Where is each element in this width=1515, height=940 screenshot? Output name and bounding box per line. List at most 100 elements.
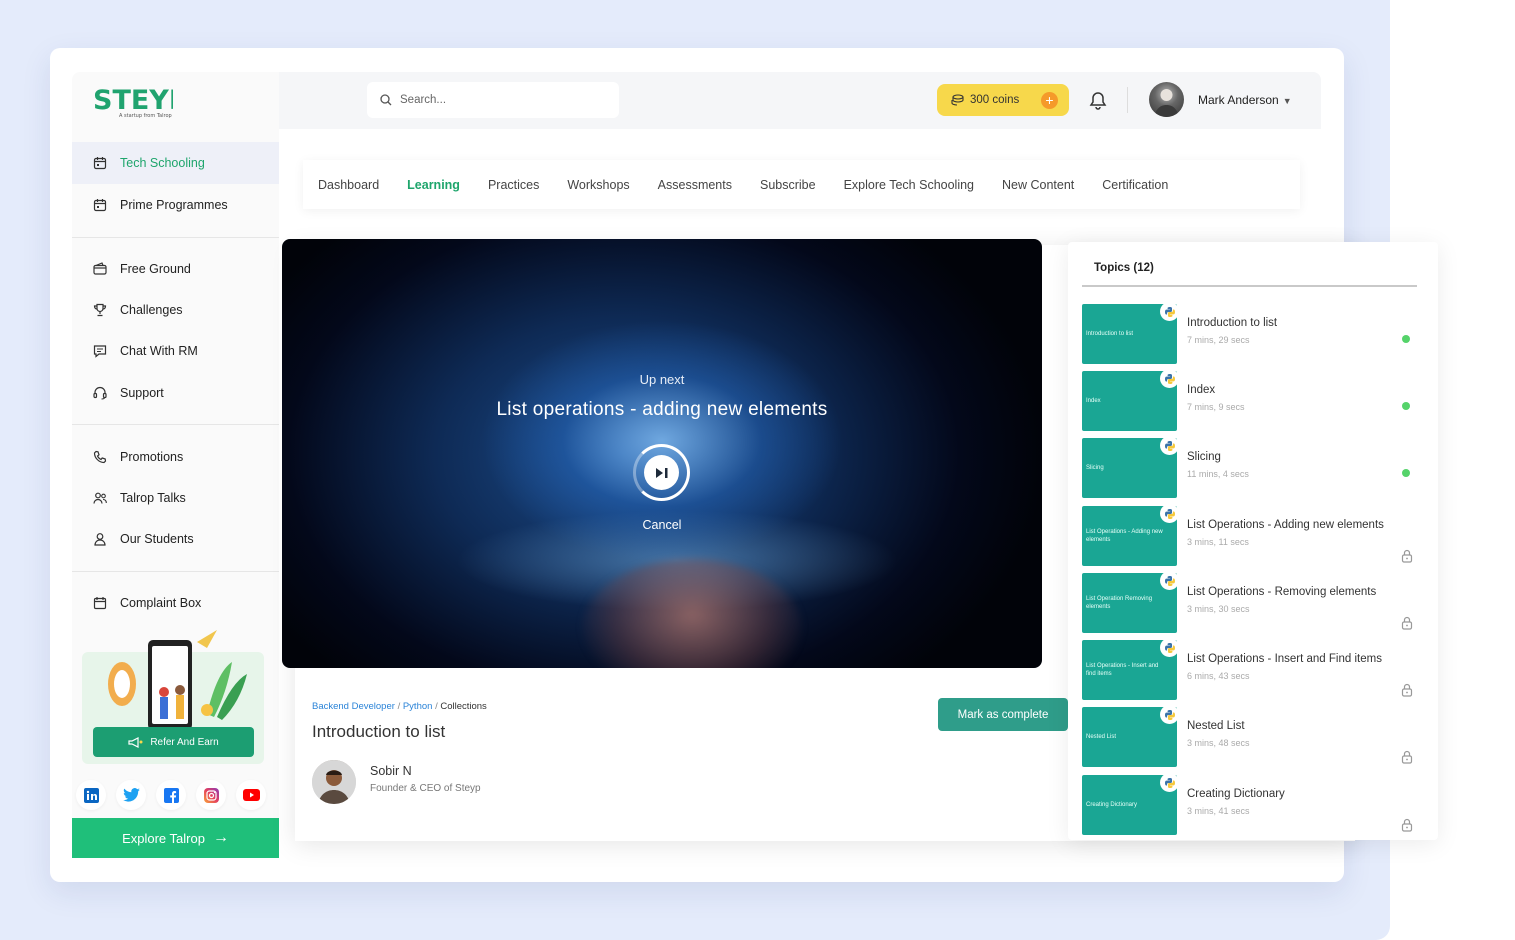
topic-duration: 3 mins, 30 secs bbox=[1187, 604, 1250, 614]
sidebar-item-prime-programmes[interactable]: Prime Programmes bbox=[72, 184, 279, 226]
instagram-icon[interactable] bbox=[196, 780, 226, 810]
sidebar-item-chat-with-rm[interactable]: Chat With RM bbox=[72, 330, 279, 372]
user-menu[interactable]: Mark Anderson ▼ bbox=[1198, 93, 1292, 107]
tab-workshops[interactable]: Workshops bbox=[567, 178, 629, 192]
python-icon bbox=[1160, 369, 1179, 388]
tab-assessments[interactable]: Assessments bbox=[658, 178, 732, 192]
python-icon bbox=[1160, 638, 1179, 657]
cancel-autoplay-button[interactable]: Cancel bbox=[282, 518, 1042, 532]
python-icon bbox=[1160, 705, 1179, 724]
tab-explore-tech-schooling[interactable]: Explore Tech Schooling bbox=[844, 178, 974, 192]
topic-duration: 7 mins, 29 secs bbox=[1187, 335, 1250, 345]
tab-subscribe[interactable]: Subscribe bbox=[760, 178, 816, 192]
topic-item[interactable]: Slicing Slicing 11 mins, 4 secs bbox=[1082, 436, 1417, 498]
topic-title: List Operations - Insert and Find items bbox=[1187, 653, 1382, 665]
logo[interactable]: STEYP A startup from Talrop bbox=[93, 84, 193, 122]
breadcrumb-item[interactable]: Backend Developer bbox=[312, 701, 395, 712]
bell-icon[interactable] bbox=[1089, 91, 1107, 114]
youtube-icon[interactable] bbox=[236, 780, 266, 810]
topic-item[interactable]: Index Index 7 mins, 9 secs bbox=[1082, 369, 1417, 431]
explore-talrop-button[interactable]: Explore Talrop → bbox=[72, 818, 279, 858]
sidebar-item-label: Prime Programmes bbox=[120, 198, 228, 212]
topic-thumbnail-label: List Operations - Adding new elements bbox=[1086, 529, 1163, 543]
sidebar-divider bbox=[72, 424, 279, 425]
sidebar-item-talrop-talks[interactable]: Talrop Talks bbox=[72, 477, 279, 519]
facebook-icon[interactable] bbox=[156, 780, 186, 810]
lesson-title: Introduction to list bbox=[312, 722, 446, 741]
sidebar-item-tech-schooling[interactable]: Tech Schooling bbox=[72, 142, 279, 184]
mark-complete-button[interactable]: Mark as complete bbox=[938, 698, 1068, 731]
sidebar-item-complaint-box[interactable]: Complaint Box bbox=[72, 582, 279, 624]
coins-badge[interactable]: 300 coins + bbox=[937, 84, 1069, 116]
user-avatar[interactable] bbox=[1149, 82, 1184, 117]
tab-learning[interactable]: Learning bbox=[407, 178, 460, 192]
topic-item[interactable]: Nested List Nested List 3 mins, 48 secs bbox=[1082, 705, 1417, 768]
search-icon bbox=[380, 94, 392, 106]
topic-thumbnail-label: List Operations - Insert and find items bbox=[1086, 663, 1159, 677]
topic-item[interactable]: Creating Dictionary Creating Dictionary 3 … bbox=[1082, 773, 1417, 836]
completed-status-dot bbox=[1402, 402, 1410, 410]
author-role: Founder & CEO of Steyp bbox=[370, 783, 481, 794]
topic-item[interactable]: List Operation Removing elements List Ope… bbox=[1082, 571, 1417, 633]
topic-title: Slicing bbox=[1187, 451, 1221, 463]
sidebar-item-label: Our Students bbox=[120, 532, 194, 546]
topic-thumbnail: Introduction to list bbox=[1082, 302, 1179, 364]
topic-item[interactable]: Introduction to list Introduction to list… bbox=[1082, 302, 1417, 364]
header-divider bbox=[1127, 87, 1128, 113]
play-next-icon bbox=[655, 467, 667, 478]
twitter-icon[interactable] bbox=[116, 780, 146, 810]
sidebar-item-challenges[interactable]: Challenges bbox=[72, 289, 279, 331]
add-coins-button[interactable]: + bbox=[1041, 92, 1058, 109]
topic-thumbnail: Index bbox=[1082, 369, 1179, 431]
social-links bbox=[76, 780, 266, 810]
sidebar-item-label: Support bbox=[120, 386, 164, 400]
calendar-icon bbox=[93, 156, 107, 170]
topic-title: Creating Dictionary bbox=[1187, 788, 1285, 800]
refer-and-earn-button[interactable]: Refer And Earn bbox=[93, 727, 254, 757]
sidebar-item-support[interactable]: Support bbox=[72, 372, 279, 414]
topic-item[interactable]: List Operations - Insert and find items L… bbox=[1082, 638, 1417, 701]
play-next-button[interactable] bbox=[633, 444, 690, 501]
chevron-down-icon: ▼ bbox=[1282, 96, 1292, 106]
sidebar-item-free-ground[interactable]: Free Ground bbox=[72, 248, 279, 290]
tab-dashboard[interactable]: Dashboard bbox=[318, 178, 379, 192]
sidebar-divider bbox=[72, 237, 279, 238]
breadcrumb: Backend Developer / Python / Collections bbox=[312, 701, 487, 712]
topics-divider bbox=[1082, 285, 1417, 287]
user-name: Mark Anderson bbox=[1198, 93, 1279, 107]
topic-duration: 6 mins, 43 secs bbox=[1187, 671, 1250, 681]
tab-practices[interactable]: Practices bbox=[488, 178, 539, 192]
topic-item[interactable]: List Operations - Adding new elements Lis… bbox=[1082, 504, 1417, 566]
arrow-right-icon: → bbox=[212, 829, 229, 846]
sidebar-item-label: Chat With RM bbox=[120, 344, 198, 358]
topic-thumbnail-label: List Operation Removing elements bbox=[1086, 596, 1153, 610]
breadcrumb-item[interactable]: Python bbox=[403, 701, 433, 712]
search-input[interactable] bbox=[400, 94, 600, 106]
sidebar-item-promotions[interactable]: Promotions bbox=[72, 436, 279, 478]
completed-status-dot bbox=[1402, 335, 1410, 343]
topic-thumbnail-label: Index bbox=[1086, 398, 1101, 404]
tab-new-content[interactable]: New Content bbox=[1002, 178, 1074, 192]
linkedin-icon[interactable] bbox=[76, 780, 106, 810]
lock-icon bbox=[1401, 682, 1413, 701]
refer-label: Refer And Earn bbox=[150, 736, 219, 748]
tab-certification[interactable]: Certification bbox=[1102, 178, 1168, 192]
topic-thumbnail: Slicing bbox=[1082, 436, 1179, 498]
sidebar-item-our-students[interactable]: Our Students bbox=[72, 518, 279, 560]
user-icon bbox=[93, 532, 107, 546]
topic-title: Index bbox=[1187, 384, 1216, 396]
breadcrumb-current: Collections bbox=[440, 701, 487, 712]
topic-thumbnail-label: Introduction to list bbox=[1086, 331, 1134, 337]
topic-title: Introduction to list bbox=[1187, 317, 1278, 329]
chat-icon bbox=[93, 344, 107, 358]
python-icon bbox=[1160, 504, 1179, 523]
author-name: Sobir N bbox=[370, 764, 412, 778]
lock-icon bbox=[1401, 749, 1413, 768]
lock-icon bbox=[1401, 817, 1413, 836]
topic-duration: 11 mins, 4 secs bbox=[1187, 469, 1249, 479]
calendar-icon bbox=[93, 198, 107, 212]
search-box[interactable] bbox=[367, 82, 619, 118]
topic-thumbnail-label: Nested List bbox=[1086, 734, 1117, 740]
users-icon bbox=[93, 491, 107, 505]
sidebar-item-label: Complaint Box bbox=[120, 596, 202, 610]
